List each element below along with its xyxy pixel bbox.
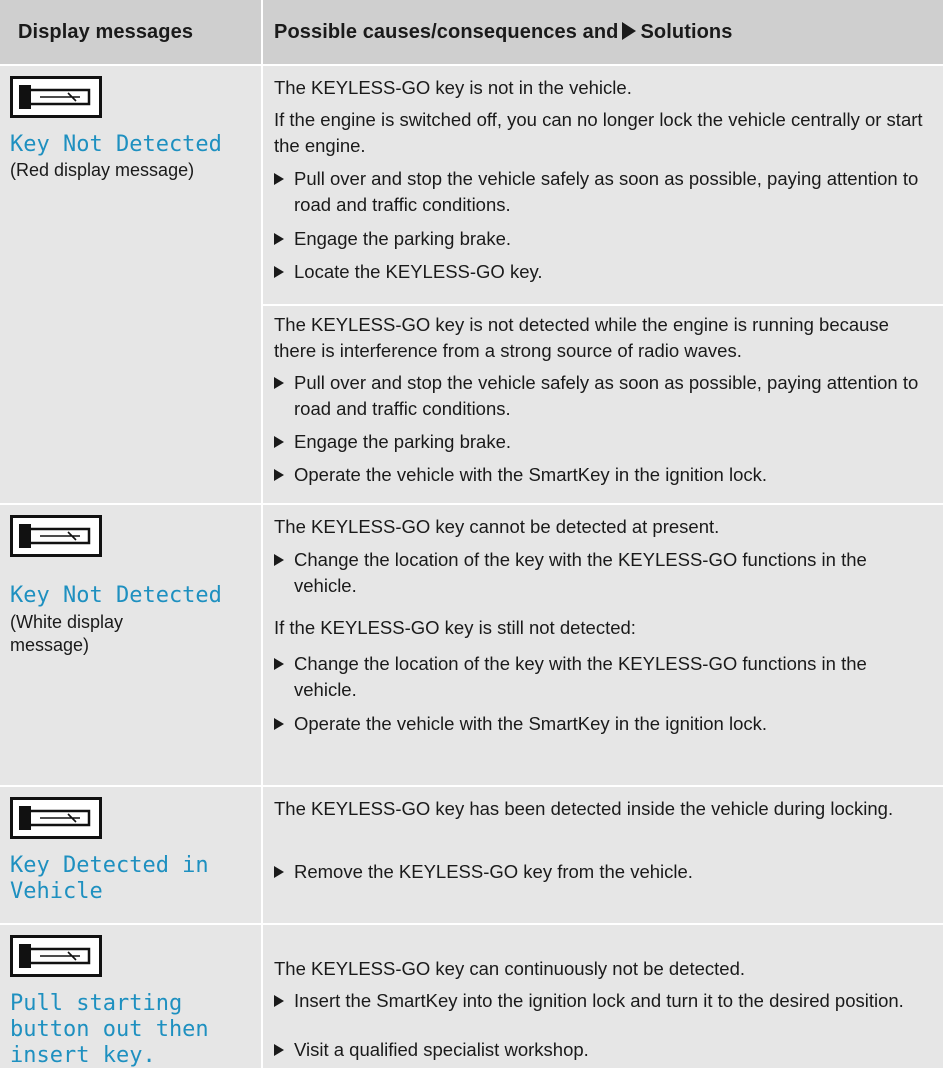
solution-step: Locate the KEYLESS-GO key.: [274, 259, 934, 285]
header-col2-prefix: Possible causes/consequences and: [274, 21, 619, 43]
display-message-note: (White display message): [10, 612, 124, 655]
solution-step: Change the location of the key with the …: [274, 547, 934, 599]
solution-cell: The KEYLESS-GO key cannot be detected at…: [263, 505, 943, 785]
triangle-bullet-icon: [274, 1044, 284, 1056]
header-col-causes-solutions: Possible causes/consequences and Solution…: [263, 0, 943, 64]
display-message-text: Pull starting button out then insert key…: [10, 991, 209, 1068]
header-col-display-messages: Display messages: [0, 0, 261, 64]
triangle-bullet-icon: [274, 658, 284, 670]
solution-step: Engage the parking brake.: [274, 226, 934, 252]
message-cell: Key Detected in Vehicle: [0, 787, 261, 923]
condition-text: If the KEYLESS-GO key is still not detec…: [274, 617, 636, 638]
cause-text: The KEYLESS-GO key is not in the vehicle…: [274, 77, 632, 98]
key-icon: [10, 515, 102, 557]
solution-step: Change the location of the key with the …: [274, 651, 934, 703]
solution-step: Insert the SmartKey into the ignition lo…: [274, 988, 934, 1014]
triangle-bullet-icon: [274, 436, 284, 448]
cause-text: The KEYLESS-GO key cannot be detected at…: [274, 516, 720, 537]
triangle-bullet-icon: [274, 377, 284, 389]
triangle-bullet-icon: [274, 718, 284, 730]
table-row: Key Not Detected (Red display message) T…: [0, 66, 943, 503]
triangle-bullet-icon: [274, 866, 284, 878]
triangle-bullet-icon: [274, 266, 284, 278]
solution-step: Engage the parking brake.: [274, 429, 934, 455]
solution-step: Pull over and stop the vehicle safely as…: [274, 166, 934, 218]
solution-step: Pull over and stop the vehicle safely as…: [274, 370, 934, 422]
triangle-bullet-icon: [274, 233, 284, 245]
solution-cell: The KEYLESS-GO key is not in the vehicle…: [263, 66, 943, 503]
header-col2-suffix: Solutions: [640, 21, 733, 43]
triangle-bullet-icon: [622, 22, 637, 40]
table-row: Key Detected in Vehicle The KEYLESS-GO k…: [0, 787, 943, 923]
triangle-bullet-icon: [274, 173, 284, 185]
solution-cell: The KEYLESS-GO key can continuously not …: [263, 925, 943, 1068]
message-cell: Pull starting button out then insert key…: [0, 925, 261, 1068]
solution-cell: The KEYLESS-GO key has been detected ins…: [263, 787, 943, 923]
solution-step: Operate the vehicle with the SmartKey in…: [274, 711, 934, 737]
message-cell: Key Not Detected (White display message): [0, 505, 261, 785]
header-col1-label: Display messages: [18, 21, 194, 43]
solution-step: Operate the vehicle with the SmartKey in…: [274, 462, 934, 488]
solution-step: Remove the KEYLESS-GO key from the vehic…: [274, 859, 934, 885]
key-icon: [10, 797, 102, 839]
key-icon: [10, 935, 102, 977]
message-cell: Key Not Detected (Red display message): [0, 66, 261, 503]
display-messages-table: Display messages Possible causes/consequ…: [0, 0, 943, 1068]
display-message-note: (Red display message): [10, 160, 195, 180]
solution-step: Visit a qualified specialist workshop.: [274, 1037, 934, 1063]
triangle-bullet-icon: [274, 554, 284, 566]
cause-text: The KEYLESS-GO key is not detected while…: [274, 314, 889, 361]
cause-text: The KEYLESS-GO key has been detected ins…: [274, 798, 894, 819]
triangle-bullet-icon: [274, 469, 284, 481]
display-message-text: Key Detected in Vehicle: [10, 853, 209, 904]
table-header: Display messages Possible causes/consequ…: [0, 0, 943, 64]
cause-text: The KEYLESS-GO key can continuously not …: [274, 958, 745, 979]
block-divider: [263, 304, 943, 306]
header-col2-label: Possible causes/consequences and Solution…: [274, 21, 732, 44]
table-row: Pull starting button out then insert key…: [0, 925, 943, 1068]
triangle-bullet-icon: [274, 995, 284, 1007]
table-row: Key Not Detected (White display message)…: [0, 505, 943, 785]
display-message-text: Key Not Detected: [10, 132, 222, 157]
key-icon: [10, 76, 102, 118]
consequence-text: If the engine is switched off, you can n…: [274, 109, 923, 156]
display-message-text: Key Not Detected: [10, 583, 222, 608]
